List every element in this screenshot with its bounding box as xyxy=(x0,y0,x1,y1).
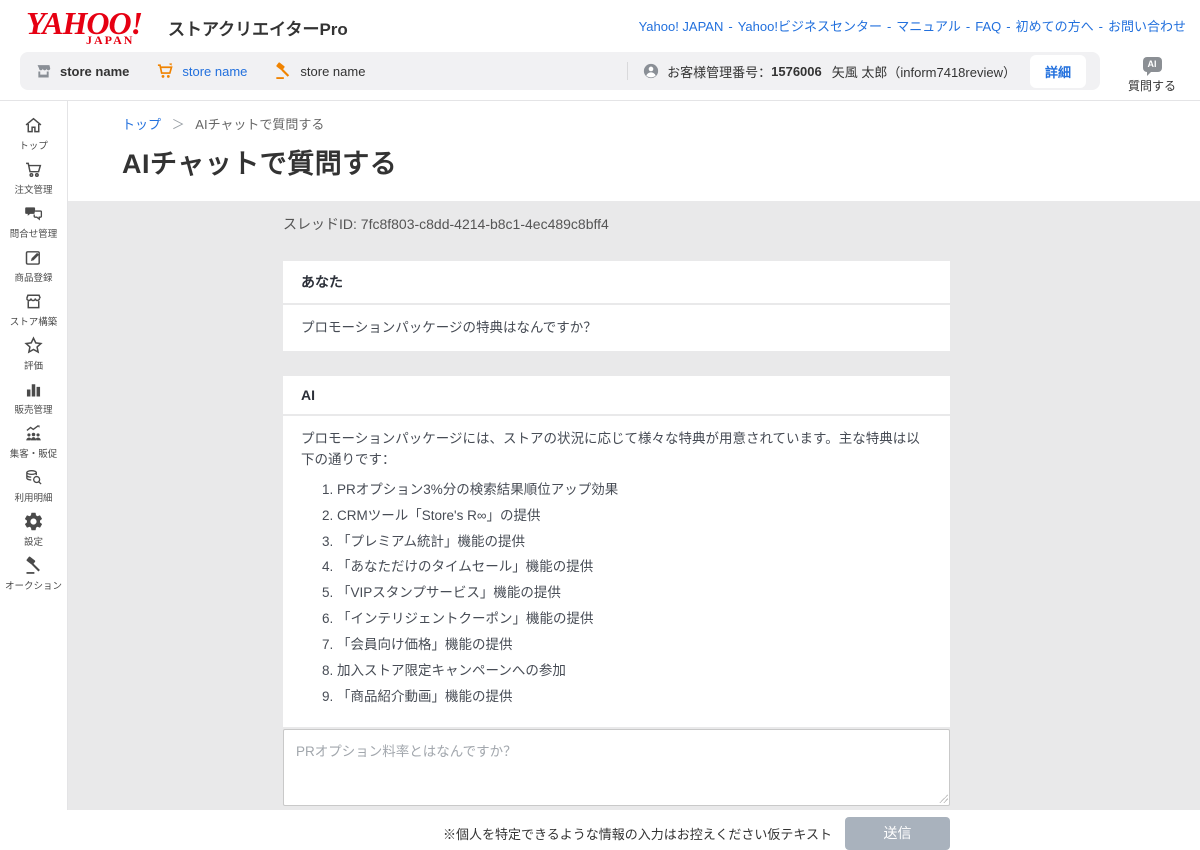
home-icon xyxy=(23,115,44,137)
storefront-icon xyxy=(34,60,53,82)
list-item: PRオプション3%分の検索結果順位アップ効果 xyxy=(337,481,932,500)
store-selector-bar: store name store name store name お客様管理番号… xyxy=(20,52,1100,90)
yahoo-japan-logo[interactable]: YAHOO! JAPAN ストアクリエイターPro xyxy=(26,7,348,47)
link-faq[interactable]: FAQ xyxy=(975,19,1001,34)
customer-number-label: お客様管理番号： xyxy=(667,62,771,81)
storefront-icon xyxy=(23,291,44,313)
store-tab-label: store name xyxy=(182,64,247,79)
sidebar-item-auction[interactable]: オークション xyxy=(0,551,67,595)
sidebar-item-top[interactable]: トップ xyxy=(0,111,67,155)
app-header: YAHOO! JAPAN ストアクリエイターPro Yahoo! JAPAN-Y… xyxy=(0,0,1200,101)
link-business-center[interactable]: Yahoo!ビジネスセンター xyxy=(738,19,882,34)
product-name: ストアクリエイターPro xyxy=(168,15,348,40)
sidebar-item-usage-statement[interactable]: 利用明細 xyxy=(0,463,67,507)
ai-benefit-list: PRオプション3%分の検索結果順位アップ効果 CRMツール「Store's R∞… xyxy=(301,481,932,707)
thread-id: スレッドID: 7fc8f803-c8dd-4214-b8c1-4ec489c8… xyxy=(283,214,950,234)
ai-chat-bubble-icon: AI xyxy=(1143,57,1162,72)
cart-icon xyxy=(155,60,175,82)
global-nav-links: Yahoo! JAPAN-Yahoo!ビジネスセンター-マニュアル-FAQ-初め… xyxy=(639,16,1186,35)
user-message-card: あなた プロモーションパッケージの特典はなんですか？ xyxy=(283,261,950,351)
send-button[interactable]: 送信 xyxy=(845,817,950,850)
sidebar-item-orders[interactable]: 注文管理 xyxy=(0,155,67,199)
chat-bubbles-icon xyxy=(23,203,44,225)
gear-icon xyxy=(23,511,44,533)
ai-role-header: AI xyxy=(283,376,950,414)
main-content: トップ ＞ AIチャットで質問する AIチャットで質問する スレッドID: 7f… xyxy=(68,101,1200,810)
store-tab-storefront[interactable]: store name xyxy=(34,60,129,82)
edit-icon xyxy=(23,247,44,269)
privacy-note: ※個人を特定できるような情報の入力はお控えください仮テキスト xyxy=(443,824,832,843)
list-item: 「インテリジェントクーポン」機能の提供 xyxy=(337,610,932,629)
gavel-icon xyxy=(23,555,44,577)
store-tab-label: store name xyxy=(300,64,365,79)
ai-help-label: 質問する xyxy=(1120,77,1184,94)
yahoo-logo-icon: YAHOO! JAPAN xyxy=(26,7,158,47)
cart-icon xyxy=(23,159,44,181)
sidebar-item-settings[interactable]: 設定 xyxy=(0,507,67,551)
ai-question-shortcut[interactable]: AI 質問する xyxy=(1120,54,1184,94)
gavel-icon xyxy=(273,60,293,82)
list-item: 加入ストア限定キャンペーンへの参加 xyxy=(337,662,932,681)
chat-input-wrap xyxy=(283,729,950,806)
star-icon xyxy=(23,335,44,357)
link-manual[interactable]: マニュアル xyxy=(896,19,961,34)
ai-message-body: プロモーションパッケージには、ストアの状況に応じて様々な特典が用意されています。… xyxy=(283,416,950,727)
divider xyxy=(627,62,628,80)
sidebar-item-sales-management[interactable]: 販売管理 xyxy=(0,375,67,419)
link-beginners[interactable]: 初めての方へ xyxy=(1016,19,1094,34)
breadcrumb: トップ ＞ AIチャットで質問する xyxy=(122,114,1200,133)
link-yahoo-japan[interactable]: Yahoo! JAPAN xyxy=(639,19,724,34)
resize-handle[interactable] xyxy=(938,793,948,803)
input-footer: ※個人を特定できるような情報の入力はお控えください仮テキスト 送信 xyxy=(283,817,950,850)
customer-number: 1576006 xyxy=(771,64,822,79)
sidebar-item-inquiries[interactable]: 問合せ管理 xyxy=(0,199,67,243)
breadcrumb-home[interactable]: トップ xyxy=(122,117,161,132)
list-item: 「商品紹介動画」機能の提供 xyxy=(337,688,932,707)
chat-pane: スレッドID: 7fc8f803-c8dd-4214-b8c1-4ec489c8… xyxy=(68,201,1200,810)
breadcrumb-separator-icon: ＞ xyxy=(172,117,185,132)
link-contact[interactable]: お問い合わせ xyxy=(1108,19,1186,34)
user-role-header: あなた xyxy=(283,261,950,303)
account-info: お客様管理番号： 1576006 矢風 太郎（inform7418review）… xyxy=(627,55,1086,88)
ai-message-card: AI プロモーションパッケージには、ストアの状況に応じて様々な特典が用意されてい… xyxy=(283,376,950,727)
store-tab-shopping[interactable]: store name xyxy=(155,60,247,82)
detail-button[interactable]: 詳細 xyxy=(1030,55,1086,88)
ai-message-intro: プロモーションパッケージには、ストアの状況に応じて様々な特典が用意されています。… xyxy=(301,429,932,470)
sidebar-item-product-registration[interactable]: 商品登録 xyxy=(0,243,67,287)
breadcrumb-current: AIチャットで質問する xyxy=(195,117,324,132)
sidebar-item-promotion[interactable]: 集客・販促 xyxy=(0,419,67,463)
list-item: 「VIPスタンプサービス」機能の提供 xyxy=(337,584,932,603)
sidebar-item-store-builder[interactable]: ストア構築 xyxy=(0,287,67,331)
list-item: 「プレミアム統計」機能の提供 xyxy=(337,533,932,552)
store-tab-label: store name xyxy=(60,64,129,79)
page-head: トップ ＞ AIチャットで質問する AIチャットで質問する xyxy=(68,101,1200,201)
page-title: AIチャットで質問する xyxy=(122,142,1200,181)
chat-input[interactable] xyxy=(283,729,950,806)
list-item: 「会員向け価格」機能の提供 xyxy=(337,636,932,655)
account-user-name: 矢風 太郎（inform7418review） xyxy=(832,62,1016,81)
list-item: 「あなただけのタイムセール」機能の提供 xyxy=(337,558,932,577)
person-icon xyxy=(642,62,660,80)
sidebar-nav: トップ 注文管理 問合せ管理 商品登録 ストア構築 評価 販売管理 xyxy=(0,101,68,810)
coins-search-icon xyxy=(23,467,44,489)
user-message-text: プロモーションパッケージの特典はなんですか？ xyxy=(283,305,950,351)
list-item: CRMツール「Store's R∞」の提供 xyxy=(337,507,932,526)
divider xyxy=(283,351,950,376)
store-tab-auction[interactable]: store name xyxy=(273,60,365,82)
bar-chart-icon xyxy=(23,379,44,401)
sidebar-item-ratings[interactable]: 評価 xyxy=(0,331,67,375)
people-trend-icon xyxy=(23,423,44,445)
